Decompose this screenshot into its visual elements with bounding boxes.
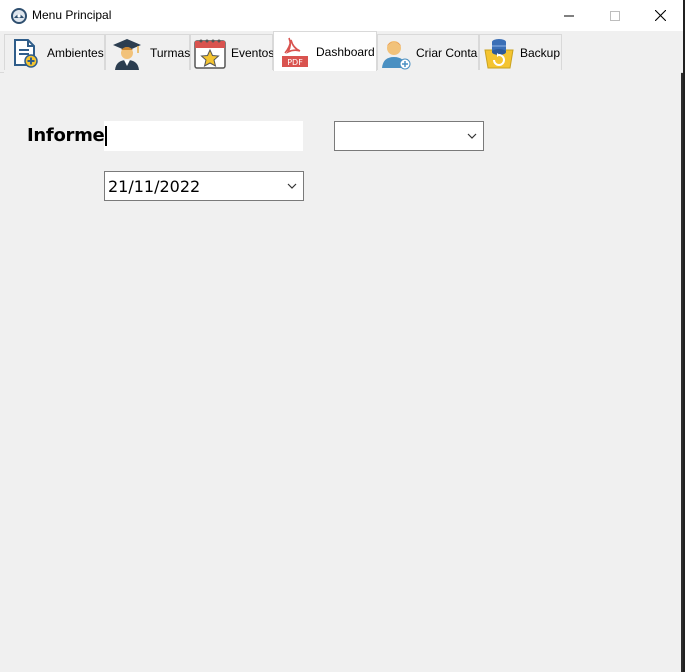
tab-label: Turmas [150,45,191,60]
tab-criar-conta[interactable]: Criar Conta [377,34,479,70]
type-select[interactable] [334,121,484,151]
maximize-button[interactable] [592,0,638,31]
graduate-icon [113,38,141,70]
tab-strip: Ambientes Turmas Eventos PDF Dashboard C… [0,31,683,73]
maximize-icon [610,10,620,21]
close-button[interactable] [637,0,683,31]
tab-backup[interactable]: Backup [479,34,562,70]
tab-label: Backup [520,45,561,60]
minimize-button[interactable] [546,0,592,31]
chevron-down-icon [467,133,477,139]
pdf-icon: PDF [282,37,308,67]
dashboard-panel [4,72,681,670]
close-icon [654,10,666,21]
minimize-icon [564,15,574,16]
tab-ambientes[interactable]: Ambientes [4,34,105,70]
user-add-icon [382,40,411,69]
title-bar: Menu Principal [0,0,683,31]
tab-dashboard[interactable]: PDF Dashboard [273,31,377,71]
tab-label: Ambientes [47,45,104,60]
informe-input[interactable] [104,121,303,151]
tab-label: Dashboard [316,44,375,59]
date-value: 21/11/2022 [108,177,201,196]
informe-label: Informe: [27,125,112,146]
document-add-icon [14,38,38,68]
tab-label: Eventos [231,45,275,60]
tab-label: Criar Conta [416,45,478,60]
database-backup-icon [484,38,514,68]
text-caret [105,126,107,146]
tab-eventos[interactable]: Eventos [190,34,275,70]
tab-turmas[interactable]: Turmas [105,34,190,70]
date-picker[interactable]: 21/11/2022 [104,171,304,201]
main-window: Menu Principal Ambientes Turmas Eventos … [0,0,683,672]
chevron-down-icon [287,183,297,189]
svg-text:PDF: PDF [287,58,303,67]
app-logo-icon [11,8,27,24]
window-title: Menu Principal [32,8,112,22]
calendar-star-icon [194,39,226,69]
